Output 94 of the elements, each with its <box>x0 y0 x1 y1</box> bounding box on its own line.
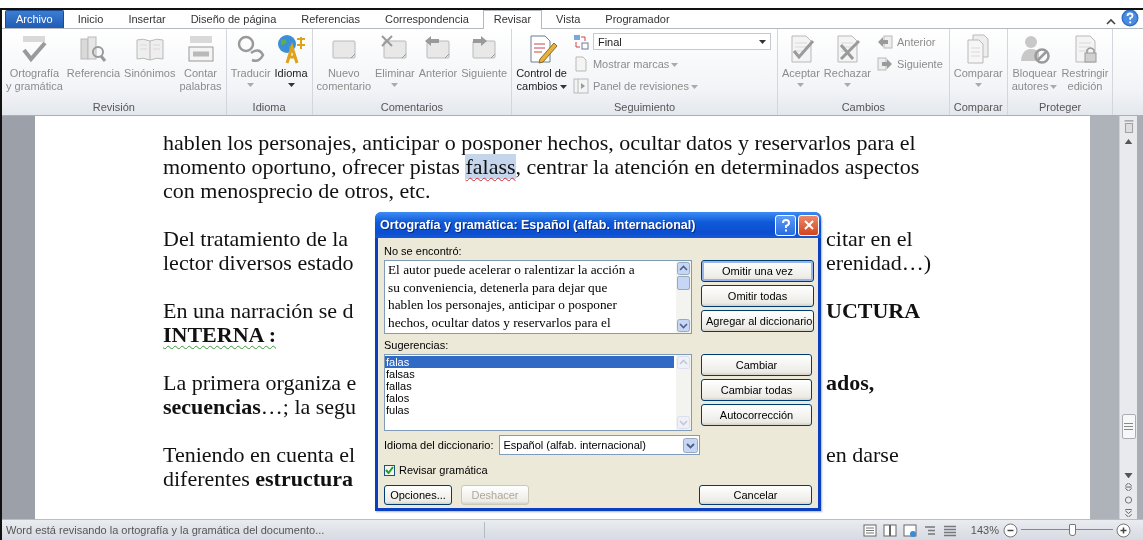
status-message: Word está revisando la ortografía y la gramática del documento... <box>5 524 325 537</box>
file-tab[interactable]: Archivo <box>5 10 64 28</box>
list-item[interactable]: falas <box>385 356 674 368</box>
language-dropdown[interactable]: Español (alfab. internacional) <box>499 435 701 455</box>
dialog-button[interactable]: Autocorrección <box>701 404 812 426</box>
document-text: secuencias…; la segu <box>163 394 358 419</box>
scroll-thumb[interactable] <box>1121 414 1136 440</box>
list-item[interactable]: fulas <box>385 404 674 416</box>
grip-icon <box>1124 423 1133 431</box>
document-text: La primera organiza e <box>163 370 358 395</box>
markup-dropdown[interactable]: Final <box>592 33 771 50</box>
sentence-text: su conveniencia, detenerla para dejar que <box>388 278 609 296</box>
ribbon-tab[interactable]: Inicio <box>66 10 115 28</box>
document-text: INTERNA : <box>163 321 277 347</box>
list-item[interactable]: fallas <box>385 380 674 392</box>
ribbon-tab[interactable]: Programador <box>594 10 681 28</box>
sentence-text: El autor puede acelerar o ralentizar la acción a <box>388 261 636 279</box>
outline-icon <box>922 523 937 537</box>
document-text: En una narración se d <box>163 298 355 323</box>
close-icon <box>803 220 814 230</box>
next-page-icon <box>1124 509 1133 518</box>
field-label: Idioma del diccionario: <box>384 438 494 452</box>
print-layout-icon <box>862 523 877 537</box>
reading-layout-icon <box>882 523 897 537</box>
dialog-button[interactable]: Cambiar todas <box>701 379 812 401</box>
group-label: Comparar <box>952 100 1004 115</box>
document-text: diferentes estructura <box>163 466 354 491</box>
ribbon-button[interactable]: Idioma <box>272 32 310 88</box>
arrow-left-icon <box>876 33 893 50</box>
document-icon <box>572 55 589 72</box>
sentence-text: hablen los personajes, anticipar o posponer <box>388 296 618 314</box>
caret-icon <box>758 39 766 44</box>
ribbon-tab[interactable]: Correspondencia <box>374 10 480 28</box>
group-label: Proteger <box>1038 100 1083 115</box>
list-item[interactable]: falsas <box>385 368 674 380</box>
question-mark-icon <box>780 218 791 232</box>
sentence-text: hechos, ocultar datos y reservarlos para el <box>388 313 612 331</box>
dialog-title: Ortografía y gramática: Español (alfab. internacional) <box>380 218 697 232</box>
markup-options-icon <box>572 33 589 50</box>
browse-object-icon <box>1124 496 1133 505</box>
arrow-right-icon <box>876 55 893 72</box>
ribbon-tab[interactable]: Diseño de página <box>179 10 288 28</box>
zoom-in-icon <box>1116 522 1131 538</box>
document-text: hablen los personajes, anticipar o posponer hechos, ocultar datos y reservarlos para el <box>163 129 916 155</box>
group-label: Cambios <box>840 100 887 115</box>
scroll-up-icon <box>677 262 690 275</box>
checkmark-icon <box>385 466 394 474</box>
document-text: lector diversos estado <box>163 250 355 275</box>
close-button[interactable] <box>798 214 819 236</box>
dialog-button[interactable]: Agregar al diccionario <box>701 310 814 332</box>
group-label: Idioma <box>251 100 287 115</box>
document-text: ados, <box>826 370 875 395</box>
globe-icon <box>275 33 308 65</box>
person-block-icon <box>1018 33 1051 65</box>
scroll-down-icon <box>677 319 690 332</box>
dialog-button[interactable]: Omitir todas <box>701 285 814 307</box>
scroll-thumb[interactable] <box>677 276 690 290</box>
misspelled-word: falass <box>465 153 516 179</box>
document-text: erenidad…) <box>826 250 932 275</box>
web-layout-icon <box>902 523 917 537</box>
document-text: Teniendo en cuenta el <box>163 442 357 467</box>
dialog-button[interactable]: Opciones... <box>384 485 452 505</box>
field-label: No se encontró: <box>384 244 463 258</box>
slider-thumb[interactable] <box>1068 524 1076 537</box>
ribbon-tab[interactable]: Insertar <box>117 10 177 28</box>
list-item[interactable]: falos <box>385 392 674 404</box>
sentence-field[interactable]: El autor puede acelerar o ralentizar la acción a su conveniencia, detenerla para dejar que hablen los personajes, anticipar o posponer hechos, ocultar datos y reservarlos para el <box>384 260 692 334</box>
ribbon-tab[interactable]: Revisar <box>482 10 543 29</box>
zoom-percent[interactable]: 143% <box>970 524 999 537</box>
field-label: Sugerencias: <box>384 338 450 352</box>
document-text: Del tratamiento de la <box>163 226 350 251</box>
draft-icon <box>942 523 957 537</box>
scroll-up-icon <box>1124 138 1133 145</box>
group-label: Comentarios <box>379 100 445 115</box>
ribbon-button[interactable]: Control de cambios <box>514 32 569 93</box>
group-label: Revisión <box>91 100 136 115</box>
document-text: UCTURA <box>826 298 921 323</box>
dialog-button[interactable]: Cambiar <box>701 354 812 376</box>
zoom-out-icon <box>1003 522 1018 538</box>
scroll-down-icon <box>1124 472 1133 478</box>
help-button[interactable] <box>775 214 796 236</box>
ribbon-tab[interactable]: Vista <box>545 10 592 28</box>
previous-page-icon <box>1124 482 1133 491</box>
dialog-button[interactable]: Cancelar <box>699 485 812 505</box>
ribbon-tab[interactable]: Referencias <box>290 10 371 28</box>
group-label: Seguimiento <box>612 100 677 115</box>
checkbox-label: Revisar gramática <box>399 464 488 476</box>
document-text: en darse <box>826 442 899 467</box>
checkbox[interactable] <box>384 464 395 476</box>
ruler-toggle-icon <box>1122 119 1135 134</box>
document-text: citar en el <box>826 226 913 251</box>
pane-icon <box>572 77 589 94</box>
collapse-ribbon-icon <box>1105 17 1117 27</box>
dialog-button[interactable]: Omitir una vez <box>701 260 814 282</box>
